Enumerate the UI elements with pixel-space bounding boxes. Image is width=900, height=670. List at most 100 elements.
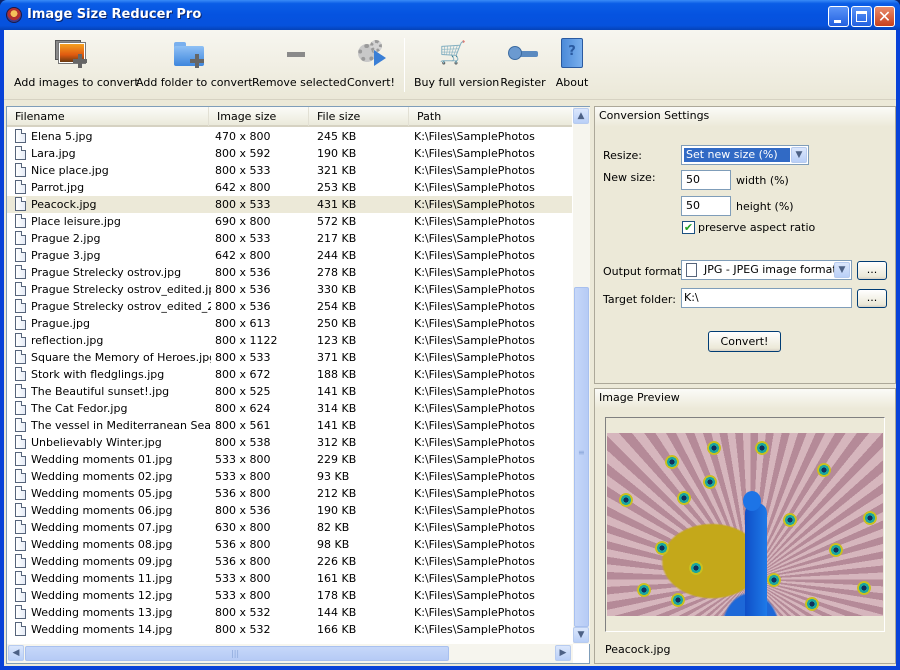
filename-cell: Elena 5.jpg: [31, 130, 93, 143]
file-size-cell: 166 KB: [317, 623, 357, 636]
path-cell: K:\Files\SamplePhotos: [414, 368, 535, 381]
file-size-cell: 254 KB: [317, 300, 357, 313]
file-size-cell: 314 KB: [317, 402, 357, 415]
about-button[interactable]: ? About: [554, 38, 590, 96]
add-images-button[interactable]: Add images to convert: [14, 38, 139, 96]
target-folder-input[interactable]: K:\: [681, 288, 852, 308]
file-row[interactable]: Peacock.jpg 800 x 533 431 KB K:\Files\Sampl…: [7, 196, 572, 213]
file-format-icon: [686, 263, 697, 277]
file-size-cell: 141 KB: [317, 419, 357, 432]
file-rows: Elena 5.jpg 470 x 800 245 KB K:\Files\Sampl…: [7, 128, 572, 640]
file-row[interactable]: Nice place.jpg 800 x 533 321 KB K:\Files\Sa…: [7, 162, 572, 179]
file-list[interactable]: Filename Image size File size Path Elena…: [6, 106, 590, 664]
file-icon: [15, 316, 26, 330]
file-row[interactable]: reflection.jpg 800 x 1122 123 KB K:\Files\S…: [7, 332, 572, 349]
scroll-right-button[interactable]: ▶: [555, 645, 571, 661]
image-size-cell: 800 x 672: [215, 368, 271, 381]
image-size-cell: 642 x 800: [215, 181, 271, 194]
file-row[interactable]: Prague 3.jpg 642 x 800 244 KB K:\Files\Samp…: [7, 247, 572, 264]
file-row[interactable]: Place leisure.jpg 690 x 800 572 KB K:\Files…: [7, 213, 572, 230]
maximize-button[interactable]: [851, 6, 872, 27]
convert-toolbar-button[interactable]: Convert!: [346, 38, 396, 96]
title-bar[interactable]: Image Size Reducer Pro ✕: [0, 0, 900, 30]
chevron-down-icon[interactable]: ▼: [791, 147, 807, 163]
close-button[interactable]: ✕: [874, 6, 895, 27]
add-folder-button[interactable]: Add folder to convert: [136, 38, 253, 96]
file-row[interactable]: Prague Strelecky ostrov_edited.jpg 800 x …: [7, 281, 572, 298]
buy-full-version-button[interactable]: 🛒 Buy full version: [414, 38, 499, 96]
filename-cell: Place leisure.jpg: [31, 215, 121, 228]
file-row[interactable]: Prague Strelecky ostrov_edited_2... 800 x…: [7, 298, 572, 315]
file-icon: [15, 554, 26, 568]
file-row[interactable]: Prague.jpg 800 x 613 250 KB K:\Files\Sample…: [7, 315, 572, 332]
file-size-cell: 217 KB: [317, 232, 357, 245]
file-row[interactable]: Wedding moments 13.jpg 800 x 532 144 KB K:\…: [7, 604, 572, 621]
cart-icon: 🛒: [439, 41, 467, 66]
file-row[interactable]: The vessel in Mediterranean Sea.jpg 800 x…: [7, 417, 572, 434]
file-row[interactable]: Wedding moments 08.jpg 536 x 800 98 KB K:\F…: [7, 536, 572, 553]
path-cell: K:\Files\SamplePhotos: [414, 385, 535, 398]
filename-cell: Wedding moments 12.jpg: [31, 589, 173, 602]
file-row[interactable]: Square the Memory of Heroes.jpg 800 x 533…: [7, 349, 572, 366]
file-row[interactable]: Wedding moments 07.jpg 630 x 800 82 KB K:\F…: [7, 519, 572, 536]
vertical-scrollbar[interactable]: ▲ ≡ ▼: [573, 107, 590, 644]
client-area: Add images to convert Add folder to conv…: [4, 30, 896, 666]
file-row[interactable]: Stork with fledglings.jpg 800 x 672 188 KB…: [7, 366, 572, 383]
file-row[interactable]: Prague Strelecky ostrov.jpg 800 x 536 278 …: [7, 264, 572, 281]
file-row[interactable]: The Cat Fedor.jpg 800 x 624 314 KB K:\Files…: [7, 400, 572, 417]
width-input[interactable]: 50: [681, 170, 731, 190]
filename-cell: Wedding moments 02.jpg: [31, 470, 173, 483]
column-header-path[interactable]: Path: [409, 107, 572, 126]
filename-cell: Prague Strelecky ostrov_edited_2...: [31, 300, 211, 313]
register-button[interactable]: Register: [500, 38, 546, 96]
column-header-image-size[interactable]: Image size: [209, 107, 309, 126]
file-row[interactable]: Wedding moments 01.jpg 533 x 800 229 KB K:\…: [7, 451, 572, 468]
file-icon: [15, 231, 26, 245]
vertical-scroll-thumb[interactable]: ≡: [574, 287, 589, 627]
target-folder-browse-button[interactable]: ...: [857, 289, 887, 308]
file-row[interactable]: Wedding moments 06.jpg 800 x 536 190 KB K:\…: [7, 502, 572, 519]
minimize-button[interactable]: [828, 6, 849, 27]
file-row[interactable]: Wedding moments 09.jpg 536 x 800 226 KB K:\…: [7, 553, 572, 570]
file-row[interactable]: Prague 2.jpg 800 x 533 217 KB K:\Files\Samp…: [7, 230, 572, 247]
file-row[interactable]: Wedding moments 14.jpg 800 x 532 166 KB K:\…: [7, 621, 572, 638]
about-label: About: [555, 76, 589, 89]
horizontal-scrollbar[interactable]: ◀ ||| ▶: [7, 644, 573, 663]
filename-cell: Wedding moments 06.jpg: [31, 504, 173, 517]
column-header-filename[interactable]: Filename: [7, 107, 209, 126]
chevron-down-icon[interactable]: ▼: [834, 262, 850, 278]
file-row[interactable]: Parrot.jpg 642 x 800 253 KB K:\Files\Sample…: [7, 179, 572, 196]
scroll-left-button[interactable]: ◀: [8, 645, 24, 661]
file-icon: [15, 435, 26, 449]
resize-select[interactable]: Set new size (%) ▼: [681, 145, 809, 165]
convert-button[interactable]: Convert!: [708, 331, 781, 352]
file-row[interactable]: Lara.jpg 800 x 592 190 KB K:\Files\SamplePh…: [7, 145, 572, 162]
output-format-browse-button[interactable]: ...: [857, 261, 887, 280]
file-row[interactable]: Wedding moments 05.jpg 536 x 800 212 KB K:\…: [7, 485, 572, 502]
list-header: Filename Image size File size Path: [7, 107, 572, 127]
column-header-file-size[interactable]: File size: [309, 107, 409, 126]
remove-selected-button[interactable]: Remove selected: [252, 38, 347, 96]
preserve-aspect-label[interactable]: preserve aspect ratio: [698, 221, 815, 234]
path-cell: K:\Files\SamplePhotos: [414, 181, 535, 194]
image-size-cell: 800 x 536: [215, 266, 271, 279]
height-input[interactable]: 50: [681, 196, 731, 216]
horizontal-scroll-thumb[interactable]: |||: [25, 646, 449, 661]
path-cell: K:\Files\SamplePhotos: [414, 538, 535, 551]
filename-cell: Prague.jpg: [31, 317, 90, 330]
file-row[interactable]: Unbelievably Winter.jpg 800 x 538 312 KB K:…: [7, 434, 572, 451]
file-row[interactable]: Elena 5.jpg 470 x 800 245 KB K:\Files\Sampl…: [7, 128, 572, 145]
file-row[interactable]: Wedding moments 02.jpg 533 x 800 93 KB K:\F…: [7, 468, 572, 485]
file-row[interactable]: Wedding moments 11.jpg 533 x 800 161 KB K:\…: [7, 570, 572, 587]
file-row[interactable]: Wedding moments 12.jpg 533 x 800 178 KB K:\…: [7, 587, 572, 604]
scroll-down-button[interactable]: ▼: [573, 627, 589, 643]
app-icon[interactable]: [6, 7, 22, 23]
file-row[interactable]: The Beautiful sunset!.jpg 800 x 525 141 KB…: [7, 383, 572, 400]
scroll-up-button[interactable]: ▲: [573, 108, 589, 124]
filename-cell: Square the Memory of Heroes.jpg: [31, 351, 211, 364]
image-size-cell: 800 x 624: [215, 402, 271, 415]
preserve-aspect-checkbox[interactable]: ✔: [682, 221, 695, 234]
path-cell: K:\Files\SamplePhotos: [414, 504, 535, 517]
output-format-select[interactable]: JPG - JPEG image format ▼: [681, 260, 852, 280]
path-cell: K:\Files\SamplePhotos: [414, 198, 535, 211]
